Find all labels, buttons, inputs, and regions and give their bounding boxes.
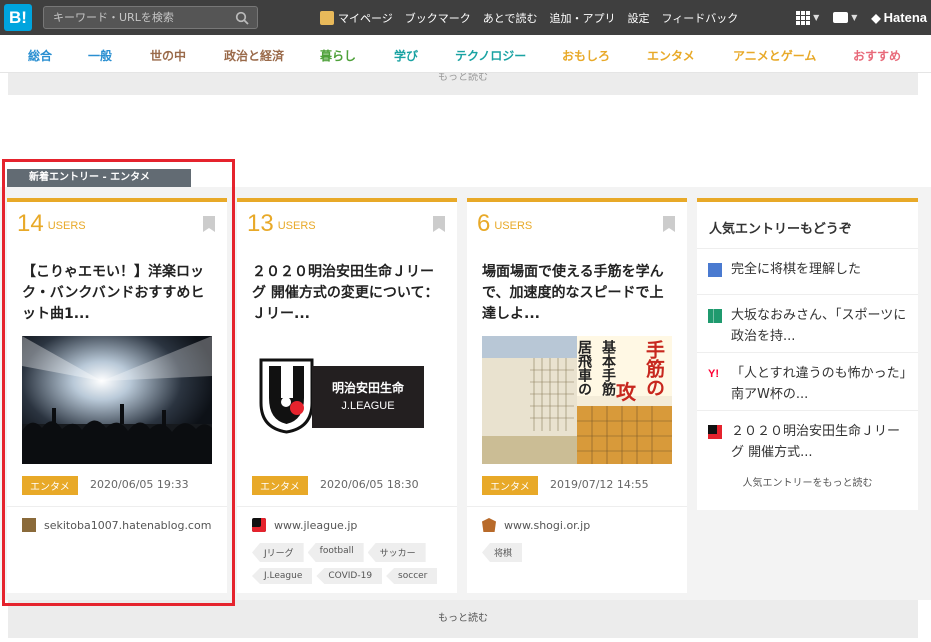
category-tag[interactable]: エンタメ [252,476,308,495]
popular-item[interactable]: ２０２０明治安田生命Ｊリーグ 開催方式... [697,410,918,470]
keyword-tag[interactable]: サッカー [367,543,426,562]
mypage-link[interactable]: マイページ [320,10,393,26]
book-title-text: 攻 [616,380,636,404]
apps-grid-icon[interactable] [796,10,811,25]
search-input[interactable]: キーワード・URLを検索 [43,6,258,29]
keyword-tag[interactable]: Jリーグ [252,543,304,562]
bookmark-icon[interactable] [433,216,445,232]
jleague-favicon-icon [708,425,722,439]
entry-date: 2019/07/12 14:55 [550,478,649,491]
entry-card[interactable]: 13 USERS ２０２０明治安田生命Ｊリーグ 開催方式の変更について：Ｊリー..… [237,198,457,593]
entry-favicon-icon [714,309,722,323]
divider [467,506,687,507]
popular-item[interactable]: Y! 「人とすれ違うのも怖かった」南アW杯の... [697,352,918,410]
highlight-box [2,159,235,606]
keyword-tag[interactable]: COVID-19 [316,568,383,584]
hatena-brand[interactable]: ◆ Hatena [871,10,927,25]
read-later-link[interactable]: あとで読む [483,10,538,26]
category-nav: 総合 一般 世の中 政治と経済 暮らし 学び テクノロジー おもしろ エンタメ … [0,35,931,73]
tab-category[interactable]: おもしろ [562,47,610,64]
entry-card[interactable]: 6 USERS 場面場面で使える手筋を学んで、加速度的なスピードで上達しよ... … [467,198,687,593]
bookmark-icon[interactable] [663,216,675,232]
users-count[interactable]: 13 USERS [247,210,316,238]
site-link[interactable]: www.shogi.or.jp [482,518,590,532]
search-icon[interactable] [235,11,249,25]
chevron-down-icon[interactable]: ▼ [813,13,819,22]
more-button-top[interactable]: もっと読む [8,73,918,95]
notification-icon[interactable] [833,12,849,23]
yahoo-icon: Y! [708,368,719,380]
entry-title[interactable]: ２０２０明治安田生命Ｊリーグ 開催方式の変更について：Ｊリー... [252,262,447,325]
settings-link[interactable]: 設定 [627,10,649,26]
search-placeholder: キーワード・URLを検索 [53,11,174,24]
jleague-banner: 明治安田生命 J.LEAGUE [312,366,424,428]
keyword-tag[interactable]: soccer [386,568,438,584]
category-tag[interactable]: エンタメ [482,476,538,495]
tab-category[interactable]: 暮らし [320,47,356,64]
tab-category[interactable]: 世の中 [150,47,186,64]
keyword-tag[interactable]: 将棋 [482,543,523,562]
keyword-tag[interactable]: J.League [252,568,313,584]
book-title-text: 手筋の [643,340,665,397]
jleague-thumbnail[interactable]: 明治安田生命 J.LEAGUE [252,336,442,464]
popular-more-link[interactable]: 人気エントリーをもっと読む [697,474,918,489]
header-nav: マイページ ブックマーク あとで読む 追加・アプリ 設定 フィードバック [320,0,750,35]
chevron-down-icon[interactable]: ▼ [851,13,857,22]
header-right: ▼ ▼ ◆ Hatena [796,0,927,35]
jleague-favicon-icon [252,518,266,532]
keyword-tag[interactable]: football [307,543,364,562]
site-link[interactable]: www.jleague.jp [252,518,357,532]
popular-entries: 人気エントリーもどうぞ 完全に将棋を理解した 大坂なおみさん、「スポーツに政治を… [697,198,918,510]
hatena-bookmark-logo[interactable]: B! [4,4,32,31]
tab-category[interactable]: アニメとゲーム [733,47,816,64]
tab-category[interactable]: 政治と経済 [224,47,284,64]
jleague-logo-icon [259,358,314,434]
book-title-text: 基本手筋 [600,340,616,396]
tab-category[interactable]: おすすめ [853,47,901,64]
bookmark-link[interactable]: ブックマーク [405,10,471,26]
hatena-icon: ◆ [871,10,881,25]
tab-category[interactable]: 総合 [28,47,52,64]
keyword-list: Jリーグ football サッカー J.League COVID-19 soc… [252,543,452,584]
tab-category[interactable]: 一般 [88,47,112,64]
entry-date: 2020/06/05 18:30 [320,478,419,491]
mypage-icon [320,10,334,25]
popular-title: 人気エントリーもどうぞ [709,222,852,237]
top-header: B! キーワード・URLを検索 マイページ ブックマーク あとで読む 追加・アプ… [0,0,931,35]
tab-category[interactable]: 学び [394,47,418,64]
add-app-link[interactable]: 追加・アプリ [549,10,615,26]
tab-category[interactable]: テクノロジー [455,47,526,64]
entry-title[interactable]: 場面場面で使える手筋を学んで、加速度的なスピードで上達しよ... [482,262,677,325]
tab-category[interactable]: エンタメ [647,47,695,64]
users-count[interactable]: 6 USERS [477,210,532,238]
divider [237,506,457,507]
shogi-favicon-icon [482,518,496,532]
feedback-link[interactable]: フィードバック [661,10,738,26]
keyword-list: 将棋 [482,543,682,562]
popular-item[interactable]: 完全に将棋を理解した [697,248,918,294]
popular-item[interactable]: 大坂なおみさん、「スポーツに政治を持... [697,294,918,352]
book-title-text: 居飛車の [576,340,592,396]
shogi-books-thumbnail[interactable]: 手筋の 攻 居飛車の 基本手筋 [482,336,672,464]
entry-favicon-icon [708,263,722,277]
